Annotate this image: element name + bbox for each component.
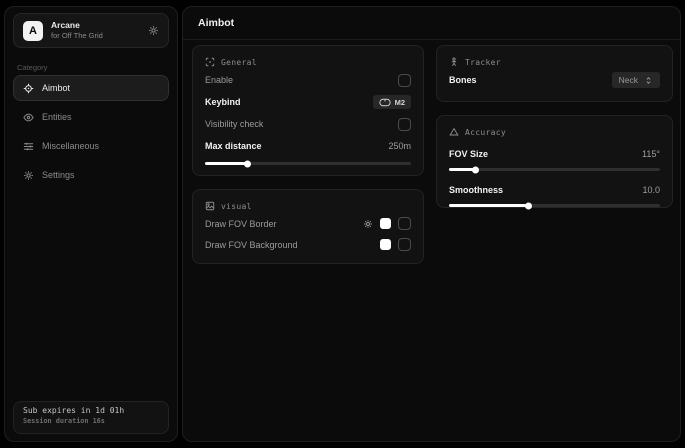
subscription-card: Sub expires in 1d 01h Session duration 1… [13,401,169,434]
sub-expiry-text: Sub expires in 1d 01h [23,406,159,415]
sidebar-item-miscellaneous[interactable]: Miscellaneous [13,133,169,159]
chevron-up-down-icon [644,76,653,85]
bones-selected-value: Neck [619,75,638,85]
fov-border-color-swatch[interactable] [380,218,391,229]
max-distance-slider[interactable] [205,162,411,165]
sidebar-nav: Aimbot Entities Miscellaneous [13,75,169,188]
gear-icon [23,170,34,181]
tracker-panel: Tracker Bones Neck [436,45,673,102]
fov-background-checkbox[interactable] [398,238,411,251]
panel-title: General [221,58,257,67]
sidebar-item-label: Miscellaneous [42,141,99,151]
fov-size-label: FOV Size [449,149,488,159]
panel-title: Tracker [465,58,501,67]
fov-border-checkbox[interactable] [398,217,411,230]
mouse-icon [379,98,391,107]
slider-thumb[interactable] [472,166,479,173]
max-distance-value: 250m [388,141,411,151]
page-title: Aimbot [198,17,234,29]
sliders-icon [23,141,34,152]
app-logo: A [23,21,43,41]
slider-fill [449,168,476,171]
panel-title: visual [221,202,252,211]
slider-fill [449,204,529,207]
triangle-icon [449,127,459,137]
sidebar-item-label: Aimbot [42,83,70,93]
sidebar-item-aimbot[interactable]: Aimbot [13,75,169,101]
keybind-row: Keybind M2 [205,91,411,113]
visibility-check-checkbox[interactable] [398,118,411,131]
smoothness-value: 10.0 [642,185,660,195]
max-distance-row: Max distance 250m [205,135,411,157]
fov-background-label: Draw FOV Background [205,240,298,250]
general-panel-header: General [205,55,411,69]
app-name: Arcane [51,20,103,31]
crosshair-icon [23,83,34,94]
visual-panel: visual Draw FOV Border Draw FOV Backgrou… [192,189,424,264]
fov-border-row: Draw FOV Border [205,213,411,234]
app-subtitle: for Off The Grid [51,31,103,41]
accuracy-panel: Accuracy FOV Size 115° Smoothness 10.0 [436,115,673,208]
sidebar-item-entities[interactable]: Entities [13,104,169,130]
gear-icon[interactable] [148,25,159,36]
person-icon [449,57,459,67]
slider-fill [205,162,248,165]
sidebar-item-label: Settings [42,170,75,180]
fov-size-slider[interactable] [449,168,660,171]
smoothness-slider[interactable] [449,204,660,207]
accuracy-panel-header: Accuracy [449,125,660,139]
fov-background-row: Draw FOV Background [205,234,411,255]
tracker-panel-header: Tracker [449,55,660,69]
keybind-value: M2 [395,98,405,107]
app-header-card: A Arcane for Off The Grid [13,13,169,48]
main-header: Aimbot [183,7,680,40]
sidebar: A Arcane for Off The Grid Category Aimbo… [4,6,178,442]
sidebar-item-settings[interactable]: Settings [13,162,169,188]
fov-size-row: FOV Size 115° [449,144,660,163]
category-label: Category [17,63,47,72]
image-icon [205,201,215,211]
eye-icon [23,112,34,123]
bones-select[interactable]: Neck [612,72,660,88]
slider-thumb[interactable] [244,160,251,167]
keybind-button[interactable]: M2 [373,95,411,109]
general-panel: General Enable Keybind M2 Visibility che… [192,45,424,176]
visibility-check-row: Visibility check [205,113,411,135]
max-distance-label: Max distance [205,141,262,151]
gear-icon[interactable] [363,219,373,229]
session-duration-text: Session duration 16s [23,417,159,425]
scan-icon [205,57,215,67]
keybind-label: Keybind [205,97,241,107]
enable-row: Enable [205,69,411,91]
bones-row: Bones Neck [449,69,660,91]
visibility-check-label: Visibility check [205,119,263,129]
fov-border-label: Draw FOV Border [205,219,277,229]
enable-checkbox[interactable] [398,74,411,87]
smoothness-label: Smoothness [449,185,503,195]
slider-thumb[interactable] [525,202,532,209]
bones-label: Bones [449,75,477,85]
sidebar-item-label: Entities [42,112,72,122]
smoothness-row: Smoothness 10.0 [449,180,660,199]
visual-panel-header: visual [205,199,411,213]
panel-title: Accuracy [465,128,506,137]
enable-label: Enable [205,75,233,85]
main-panel: Aimbot General Enable Keybind [182,6,681,442]
fov-size-value: 115° [642,149,660,159]
fov-background-color-swatch[interactable] [380,239,391,250]
